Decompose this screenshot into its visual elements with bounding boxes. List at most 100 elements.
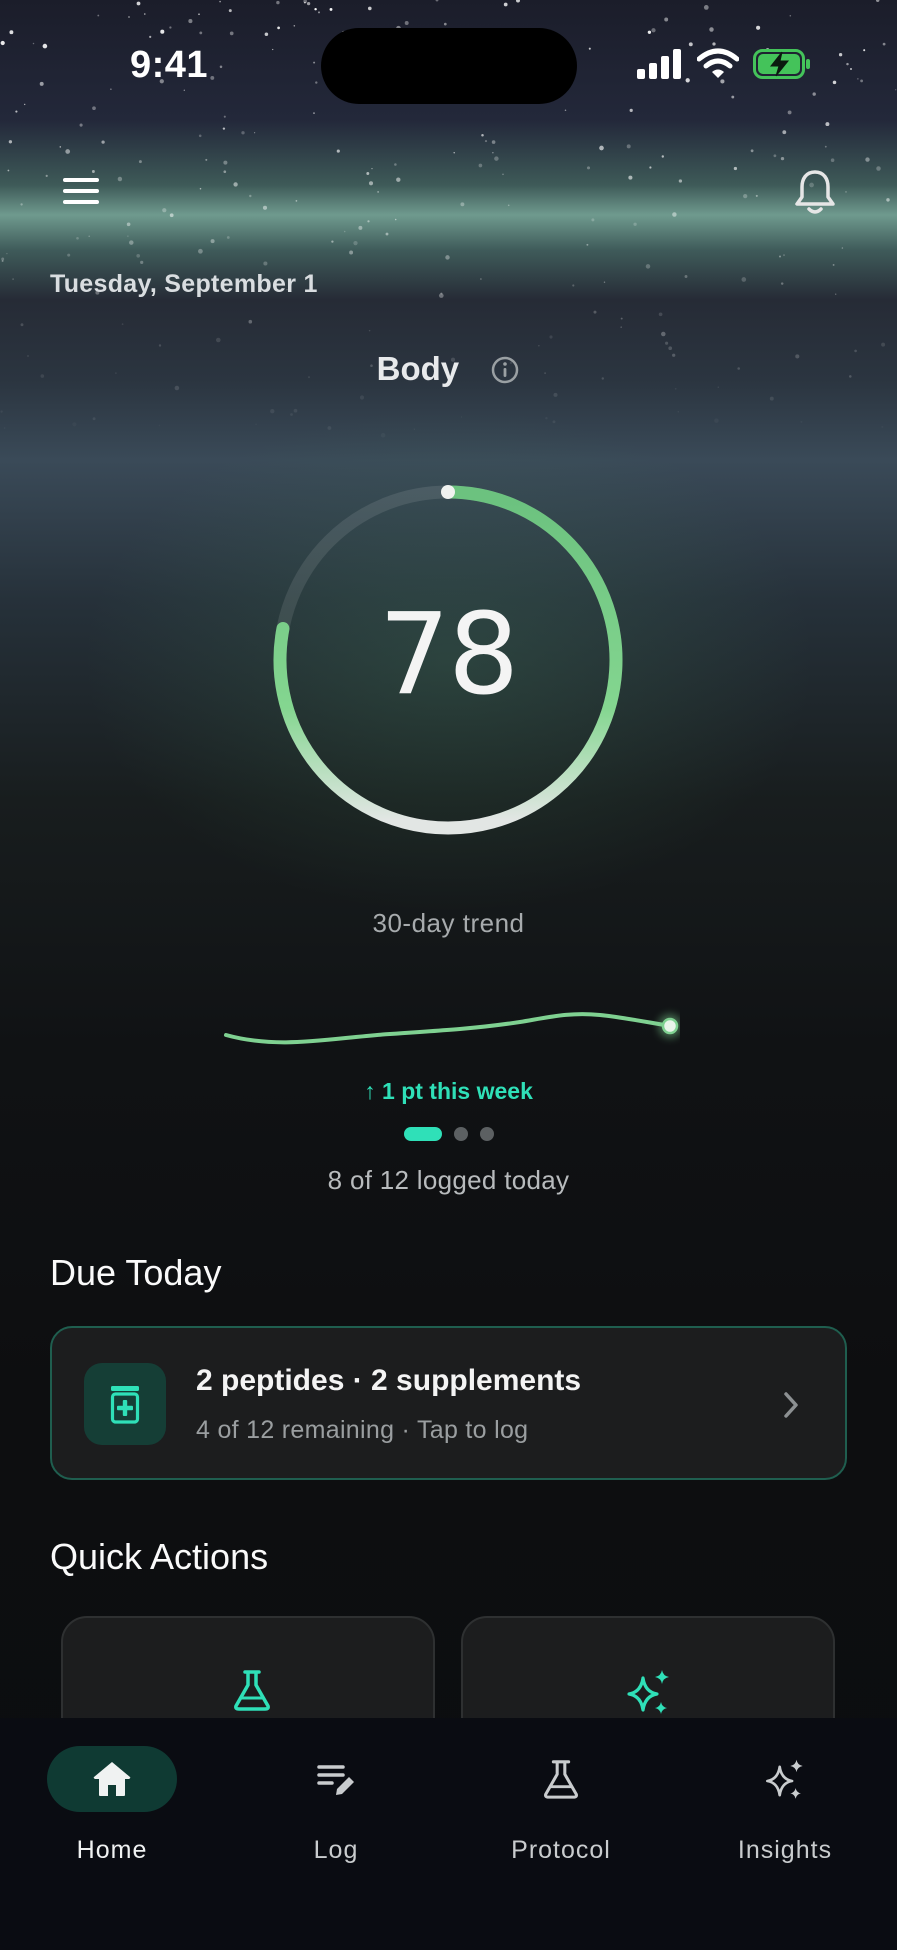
star	[3, 427, 6, 429]
star	[371, 167, 373, 170]
page-dot[interactable]	[453, 1127, 468, 1141]
star	[603, 281, 606, 283]
due-remaining-text: 4 of 12 remaining · Tap to log	[196, 1416, 529, 1444]
star	[445, 255, 450, 260]
page-dot-active[interactable]	[403, 1127, 442, 1141]
star	[20, 323, 24, 327]
star	[1, 260, 4, 262]
star	[377, 191, 379, 193]
star	[413, 428, 416, 430]
trend-sparkline	[224, 1012, 680, 1045]
star	[331, 240, 334, 243]
tab-insights[interactable]: Insights	[673, 1746, 897, 1866]
star	[263, 261, 268, 266]
star	[101, 140, 105, 144]
star	[358, 225, 363, 230]
star	[507, 204, 510, 207]
tab-log[interactable]: Log	[224, 1746, 448, 1866]
hamburger-menu-icon[interactable]	[58, 172, 108, 212]
page-indicator[interactable]	[0, 1127, 897, 1141]
bell-icon[interactable]	[792, 168, 838, 218]
star	[366, 172, 370, 175]
star	[295, 200, 298, 202]
star	[478, 163, 483, 168]
star	[367, 220, 370, 223]
logged-count: 8 of 12 logged today	[327, 1165, 570, 1195]
star	[20, 203, 23, 206]
star	[169, 213, 174, 218]
star	[865, 157, 870, 162]
star	[249, 194, 252, 198]
star	[198, 248, 203, 254]
star	[1, 257, 5, 261]
star	[248, 319, 253, 324]
star	[586, 243, 589, 246]
due-today-card[interactable]: 2 peptides · 2 supplements 4 of 12 remai…	[50, 1326, 847, 1480]
star	[876, 166, 881, 171]
star	[484, 140, 488, 143]
star	[205, 158, 208, 161]
star	[491, 140, 496, 144]
star	[782, 130, 787, 135]
tab-protocol[interactable]: Protocol	[449, 1746, 673, 1866]
status-time: 9:41	[130, 44, 209, 86]
star	[223, 160, 228, 165]
star	[886, 198, 890, 202]
star	[396, 177, 401, 182]
trend-label: 30-day trend	[372, 908, 525, 938]
star	[359, 395, 365, 400]
star	[620, 317, 623, 320]
star	[658, 312, 663, 317]
star	[481, 134, 484, 137]
star	[45, 174, 48, 177]
star	[665, 341, 669, 345]
star	[127, 235, 129, 237]
star	[254, 132, 256, 134]
star	[800, 420, 803, 423]
star	[649, 166, 652, 169]
star	[7, 169, 10, 172]
star	[368, 181, 374, 186]
star	[830, 158, 835, 162]
star	[773, 154, 777, 158]
star	[138, 160, 142, 164]
star	[270, 409, 275, 414]
bottom-tab-bar: Home Log Protocol Insights	[0, 1718, 897, 1950]
star	[881, 426, 883, 428]
star	[572, 284, 575, 287]
wifi-icon	[697, 48, 739, 78]
flask-icon	[544, 1760, 578, 1799]
quick-actions-heading: Quick Actions	[50, 1536, 269, 1577]
star	[677, 410, 680, 413]
star	[59, 146, 62, 148]
star	[678, 179, 683, 183]
star	[645, 264, 651, 269]
score-category-label: Body	[376, 350, 460, 387]
info-icon[interactable]	[490, 355, 520, 385]
star	[626, 144, 631, 149]
star	[599, 145, 604, 151]
star	[121, 323, 124, 326]
star	[76, 236, 79, 240]
star	[241, 131, 245, 135]
star	[349, 250, 354, 255]
star	[290, 413, 293, 416]
page-dot[interactable]	[479, 1127, 494, 1141]
star	[159, 425, 161, 427]
star	[586, 166, 591, 170]
star	[778, 255, 782, 258]
status-icons	[637, 48, 811, 80]
star	[12, 278, 14, 280]
star	[440, 292, 443, 295]
star	[743, 193, 748, 199]
star	[620, 326, 622, 328]
star	[593, 310, 597, 314]
tab-home[interactable]: Home	[0, 1746, 224, 1866]
star	[438, 293, 444, 298]
star	[881, 342, 886, 347]
star	[6, 252, 8, 255]
star	[824, 145, 827, 148]
star	[553, 392, 558, 397]
star	[674, 387, 677, 390]
star	[136, 253, 141, 258]
